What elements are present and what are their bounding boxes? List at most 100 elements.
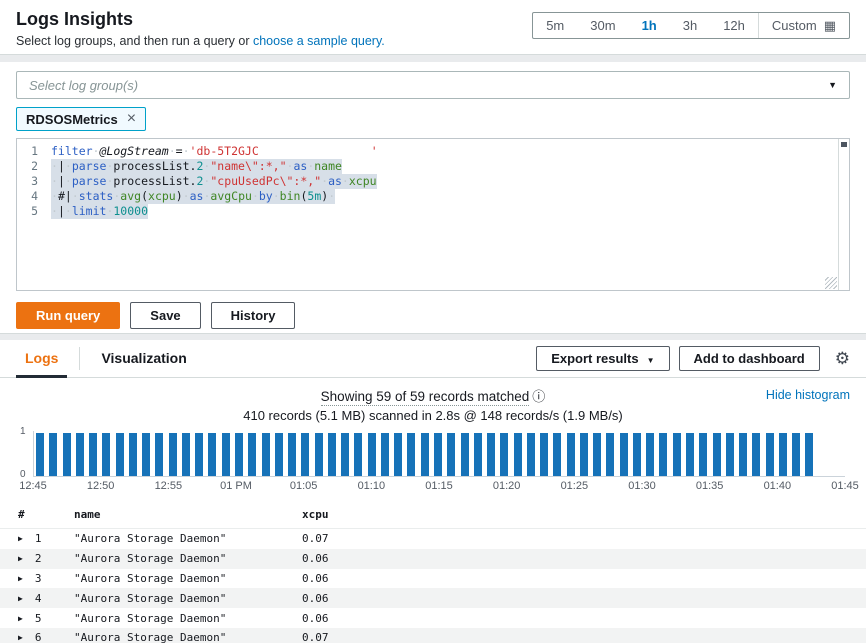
sample-query-link[interactable]: choose a sample query. [253,34,385,48]
line-number: 5 [17,204,51,219]
histogram-bar [182,433,190,476]
code-token: as [190,189,204,203]
save-button[interactable]: Save [130,302,200,329]
time-range-30m[interactable]: 30m [577,13,628,38]
log-group-placeholder: Select log group(s) [29,78,138,93]
editor-scrollbar[interactable] [838,139,849,290]
expand-row-icon[interactable]: ▶ [18,554,23,563]
code-token: bin [280,189,301,203]
expand-row-icon[interactable]: ▶ [18,574,23,583]
histogram-bar [686,433,694,476]
code-token: processList. [113,159,196,173]
time-range-3h[interactable]: 3h [670,13,710,38]
code-text-line-2[interactable]: ·|·parse·processList.2·"name\":*,"·as·na… [51,159,342,174]
hide-histogram-link[interactable]: Hide histogram [766,388,850,402]
table-row[interactable]: ▶3"Aurora Storage Daemon"0.06 [0,569,866,589]
histogram-bar [646,433,654,476]
histogram-bar [593,433,601,476]
histogram-bar [752,433,760,476]
log-group-select[interactable]: Select log group(s) ▼ [16,71,850,99]
code-token: parse [72,174,107,188]
tab-logs[interactable]: Logs [16,340,67,378]
code-token: by [259,189,273,203]
code-token: | [58,159,65,173]
col-header-xcpu: xcpu [302,508,866,521]
code-token: avgCpu [210,189,252,203]
code-line: 1filter·@LogStream·=·'db-5T2GJC' [17,144,849,159]
code-token: xcpu [349,174,377,188]
time-range-custom[interactable]: Custom ▦ [758,13,849,38]
col-header-name: name [74,508,302,521]
code-token: name [314,159,342,173]
histogram-bar [434,433,442,476]
code-text-line-1[interactable]: filter·@LogStream·=·'db-5T2GJC' [51,144,378,159]
results-panel: Logs Visualization Export results ▼ Add t… [0,340,866,643]
histogram-bar [606,433,614,476]
table-row[interactable]: ▶4"Aurora Storage Daemon"0.06 [0,588,866,608]
tab-visualization[interactable]: Visualization [92,340,195,378]
code-token: | [58,204,65,218]
time-range-group: 5m30m1h3h12h Custom ▦ [532,12,850,39]
export-results-label: Export results [551,351,638,366]
row-name: "Aurora Storage Daemon" [74,572,302,585]
histogram-bar [235,433,243,476]
histogram-bar [315,433,323,476]
records-matched-text: Showing 59 of 59 records matched [321,389,530,406]
code-token: · [342,174,349,188]
histogram-bar [805,433,813,476]
query-editor-lines: 1filter·@LogStream·=·'db-5T2GJC'2·|·pars… [17,144,849,219]
row-name: "Aurora Storage Daemon" [74,592,302,605]
histogram-bar [699,433,707,476]
histogram-bar [620,433,628,476]
code-token: · [72,189,79,203]
calendar-icon: ▦ [824,18,836,34]
time-range-1h[interactable]: 1h [629,13,670,38]
code-token: 10000 [113,204,148,218]
table-row[interactable]: ▶5"Aurora Storage Daemon"0.06 [0,608,866,628]
expand-row-icon[interactable]: ▶ [18,534,23,543]
histogram-bar [36,433,44,476]
expand-row-icon[interactable]: ▶ [18,594,23,603]
history-button[interactable]: History [211,302,296,329]
subtitle-text: Select log groups, and then run a query … [16,34,253,48]
table-row[interactable]: ▶1"Aurora Storage Daemon"0.07 [0,529,866,549]
query-editor[interactable]: 1filter·@LogStream·=·'db-5T2GJC'2·|·pars… [16,138,850,291]
resize-grip-icon[interactable] [825,277,837,289]
code-token: "cpuUsedPc\":*," [210,174,321,188]
histogram-bars [36,433,814,476]
code-text-line-5[interactable]: ·|·limit·10000 [51,204,148,219]
histogram-bar [208,433,216,476]
histogram-bar [169,433,177,476]
info-icon[interactable]: ⓘ [532,389,545,404]
code-token: · [51,174,58,188]
code-token: · [252,189,259,203]
dropdown-arrow-icon: ▼ [647,356,655,365]
histogram-x-tick: 01 PM [220,480,252,492]
histogram-bar [142,433,150,476]
results-tabs: Logs Visualization Export results ▼ Add t… [0,340,866,378]
row-expand-cell: ▶6 [18,631,74,643]
table-row[interactable]: ▶6"Aurora Storage Daemon"0.07 [0,628,866,643]
run-query-button[interactable]: Run query [16,302,120,329]
time-range-12h[interactable]: 12h [710,13,758,38]
export-results-button[interactable]: Export results ▼ [536,346,669,371]
editor-scrollbar-thumb[interactable] [841,142,847,147]
time-range-5m[interactable]: 5m [533,13,577,38]
histogram-bar [262,433,270,476]
log-group-chip[interactable]: RDSOSMetrics × [16,107,146,131]
row-name: "Aurora Storage Daemon" [74,552,302,565]
add-to-dashboard-button[interactable]: Add to dashboard [679,346,820,371]
gear-icon[interactable]: ⚙ [835,349,850,369]
row-name: "Aurora Storage Daemon" [74,612,302,625]
expand-row-icon[interactable]: ▶ [18,633,23,642]
table-row[interactable]: ▶2"Aurora Storage Daemon"0.06 [0,549,866,569]
code-text-line-4[interactable]: ·#|·stats·avg(xcpu)·as·avgCpu·by·bin(5m)… [51,189,335,204]
code-token: · [51,189,58,203]
expand-row-icon[interactable]: ▶ [18,614,23,623]
histogram-bar [89,433,97,476]
records-matched-status: Showing 59 of 59 records matchedⓘ [0,386,866,405]
results-table-header: # name xcpu [0,501,866,529]
close-icon[interactable]: × [127,111,136,127]
code-text-line-3[interactable]: ·|·parse·processList.2·"cpuUsedPc\":*,"·… [51,174,377,189]
tab-divider [79,347,80,370]
